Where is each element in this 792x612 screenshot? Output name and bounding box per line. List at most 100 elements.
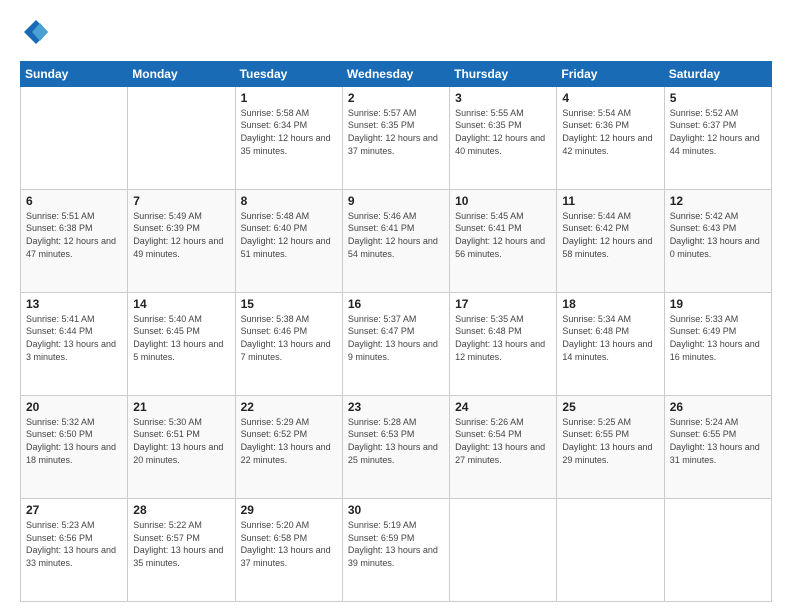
calendar-week-row: 20 Sunrise: 5:32 AMSunset: 6:50 PMDaylig… [21, 395, 772, 498]
day-info: Sunrise: 5:38 AMSunset: 6:46 PMDaylight:… [241, 314, 331, 362]
calendar-cell: 4 Sunrise: 5:54 AMSunset: 6:36 PMDayligh… [557, 86, 664, 189]
day-info: Sunrise: 5:26 AMSunset: 6:54 PMDaylight:… [455, 417, 545, 465]
day-number: 8 [241, 194, 337, 208]
weekday-header-sunday: Sunday [21, 61, 128, 86]
weekday-header-thursday: Thursday [450, 61, 557, 86]
day-number: 24 [455, 400, 551, 414]
day-number: 26 [670, 400, 766, 414]
calendar-cell: 17 Sunrise: 5:35 AMSunset: 6:48 PMDaylig… [450, 292, 557, 395]
day-info: Sunrise: 5:51 AMSunset: 6:38 PMDaylight:… [26, 211, 116, 259]
calendar-table: SundayMondayTuesdayWednesdayThursdayFrid… [20, 61, 772, 602]
day-info: Sunrise: 5:45 AMSunset: 6:41 PMDaylight:… [455, 211, 545, 259]
day-number: 28 [133, 503, 229, 517]
day-info: Sunrise: 5:55 AMSunset: 6:35 PMDaylight:… [455, 108, 545, 156]
day-info: Sunrise: 5:40 AMSunset: 6:45 PMDaylight:… [133, 314, 223, 362]
day-info: Sunrise: 5:32 AMSunset: 6:50 PMDaylight:… [26, 417, 116, 465]
day-number: 3 [455, 91, 551, 105]
calendar-cell [557, 498, 664, 601]
calendar-week-row: 27 Sunrise: 5:23 AMSunset: 6:56 PMDaylig… [21, 498, 772, 601]
day-number: 11 [562, 194, 658, 208]
day-number: 5 [670, 91, 766, 105]
day-info: Sunrise: 5:52 AMSunset: 6:37 PMDaylight:… [670, 108, 760, 156]
calendar-cell: 1 Sunrise: 5:58 AMSunset: 6:34 PMDayligh… [235, 86, 342, 189]
calendar-week-row: 1 Sunrise: 5:58 AMSunset: 6:34 PMDayligh… [21, 86, 772, 189]
calendar-cell: 21 Sunrise: 5:30 AMSunset: 6:51 PMDaylig… [128, 395, 235, 498]
day-number: 19 [670, 297, 766, 311]
calendar-cell: 11 Sunrise: 5:44 AMSunset: 6:42 PMDaylig… [557, 189, 664, 292]
day-info: Sunrise: 5:48 AMSunset: 6:40 PMDaylight:… [241, 211, 331, 259]
day-number: 14 [133, 297, 229, 311]
day-number: 13 [26, 297, 122, 311]
calendar-week-row: 13 Sunrise: 5:41 AMSunset: 6:44 PMDaylig… [21, 292, 772, 395]
day-info: Sunrise: 5:49 AMSunset: 6:39 PMDaylight:… [133, 211, 223, 259]
calendar-cell: 24 Sunrise: 5:26 AMSunset: 6:54 PMDaylig… [450, 395, 557, 498]
calendar-cell: 30 Sunrise: 5:19 AMSunset: 6:59 PMDaylig… [342, 498, 449, 601]
calendar-cell: 10 Sunrise: 5:45 AMSunset: 6:41 PMDaylig… [450, 189, 557, 292]
day-info: Sunrise: 5:54 AMSunset: 6:36 PMDaylight:… [562, 108, 652, 156]
calendar-cell [664, 498, 771, 601]
day-info: Sunrise: 5:57 AMSunset: 6:35 PMDaylight:… [348, 108, 438, 156]
header [20, 18, 772, 51]
day-number: 18 [562, 297, 658, 311]
day-number: 25 [562, 400, 658, 414]
day-number: 7 [133, 194, 229, 208]
calendar-cell: 26 Sunrise: 5:24 AMSunset: 6:55 PMDaylig… [664, 395, 771, 498]
day-number: 30 [348, 503, 444, 517]
day-info: Sunrise: 5:28 AMSunset: 6:53 PMDaylight:… [348, 417, 438, 465]
day-number: 9 [348, 194, 444, 208]
logo [20, 18, 50, 51]
calendar-cell: 13 Sunrise: 5:41 AMSunset: 6:44 PMDaylig… [21, 292, 128, 395]
calendar-cell: 9 Sunrise: 5:46 AMSunset: 6:41 PMDayligh… [342, 189, 449, 292]
calendar-cell: 18 Sunrise: 5:34 AMSunset: 6:48 PMDaylig… [557, 292, 664, 395]
calendar-cell [128, 86, 235, 189]
day-number: 6 [26, 194, 122, 208]
page: SundayMondayTuesdayWednesdayThursdayFrid… [0, 0, 792, 612]
calendar-week-row: 6 Sunrise: 5:51 AMSunset: 6:38 PMDayligh… [21, 189, 772, 292]
logo-text [20, 18, 50, 51]
weekday-header-wednesday: Wednesday [342, 61, 449, 86]
day-number: 27 [26, 503, 122, 517]
calendar-cell: 29 Sunrise: 5:20 AMSunset: 6:58 PMDaylig… [235, 498, 342, 601]
day-info: Sunrise: 5:58 AMSunset: 6:34 PMDaylight:… [241, 108, 331, 156]
day-info: Sunrise: 5:23 AMSunset: 6:56 PMDaylight:… [26, 520, 116, 568]
day-info: Sunrise: 5:34 AMSunset: 6:48 PMDaylight:… [562, 314, 652, 362]
logo-icon [22, 18, 50, 46]
weekday-header-saturday: Saturday [664, 61, 771, 86]
calendar-cell: 15 Sunrise: 5:38 AMSunset: 6:46 PMDaylig… [235, 292, 342, 395]
calendar-cell: 28 Sunrise: 5:22 AMSunset: 6:57 PMDaylig… [128, 498, 235, 601]
day-info: Sunrise: 5:37 AMSunset: 6:47 PMDaylight:… [348, 314, 438, 362]
calendar-cell: 5 Sunrise: 5:52 AMSunset: 6:37 PMDayligh… [664, 86, 771, 189]
day-info: Sunrise: 5:25 AMSunset: 6:55 PMDaylight:… [562, 417, 652, 465]
day-number: 1 [241, 91, 337, 105]
day-number: 17 [455, 297, 551, 311]
day-info: Sunrise: 5:22 AMSunset: 6:57 PMDaylight:… [133, 520, 223, 568]
calendar-cell: 8 Sunrise: 5:48 AMSunset: 6:40 PMDayligh… [235, 189, 342, 292]
calendar-cell: 14 Sunrise: 5:40 AMSunset: 6:45 PMDaylig… [128, 292, 235, 395]
calendar-cell: 20 Sunrise: 5:32 AMSunset: 6:50 PMDaylig… [21, 395, 128, 498]
day-info: Sunrise: 5:19 AMSunset: 6:59 PMDaylight:… [348, 520, 438, 568]
calendar-cell [450, 498, 557, 601]
calendar-cell: 2 Sunrise: 5:57 AMSunset: 6:35 PMDayligh… [342, 86, 449, 189]
calendar-cell: 22 Sunrise: 5:29 AMSunset: 6:52 PMDaylig… [235, 395, 342, 498]
weekday-header-row: SundayMondayTuesdayWednesdayThursdayFrid… [21, 61, 772, 86]
day-info: Sunrise: 5:44 AMSunset: 6:42 PMDaylight:… [562, 211, 652, 259]
weekday-header-tuesday: Tuesday [235, 61, 342, 86]
day-info: Sunrise: 5:42 AMSunset: 6:43 PMDaylight:… [670, 211, 760, 259]
day-number: 10 [455, 194, 551, 208]
day-number: 15 [241, 297, 337, 311]
day-number: 29 [241, 503, 337, 517]
day-number: 16 [348, 297, 444, 311]
calendar-cell: 6 Sunrise: 5:51 AMSunset: 6:38 PMDayligh… [21, 189, 128, 292]
calendar-cell: 7 Sunrise: 5:49 AMSunset: 6:39 PMDayligh… [128, 189, 235, 292]
day-info: Sunrise: 5:29 AMSunset: 6:52 PMDaylight:… [241, 417, 331, 465]
day-info: Sunrise: 5:35 AMSunset: 6:48 PMDaylight:… [455, 314, 545, 362]
day-info: Sunrise: 5:24 AMSunset: 6:55 PMDaylight:… [670, 417, 760, 465]
day-number: 2 [348, 91, 444, 105]
calendar-cell [21, 86, 128, 189]
day-number: 4 [562, 91, 658, 105]
day-number: 21 [133, 400, 229, 414]
calendar-cell: 16 Sunrise: 5:37 AMSunset: 6:47 PMDaylig… [342, 292, 449, 395]
calendar-cell: 23 Sunrise: 5:28 AMSunset: 6:53 PMDaylig… [342, 395, 449, 498]
weekday-header-friday: Friday [557, 61, 664, 86]
day-info: Sunrise: 5:41 AMSunset: 6:44 PMDaylight:… [26, 314, 116, 362]
